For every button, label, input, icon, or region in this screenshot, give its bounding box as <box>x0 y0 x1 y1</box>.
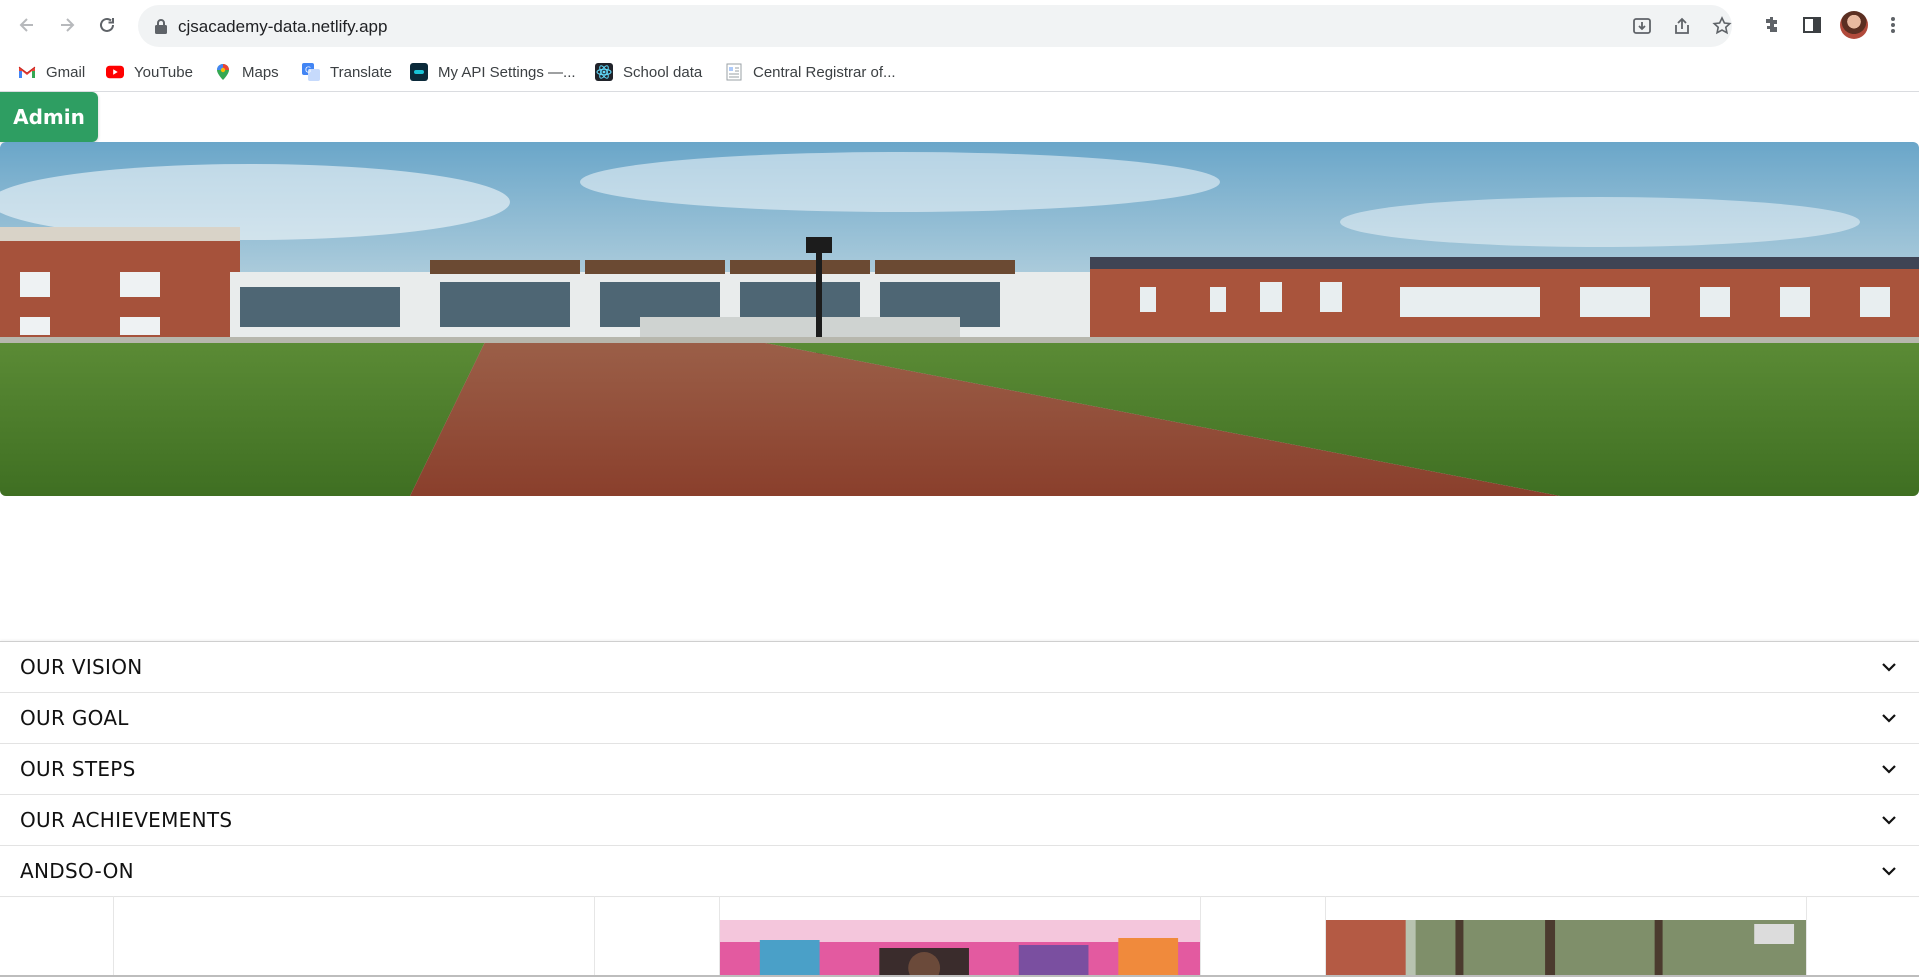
document-icon <box>725 63 743 81</box>
profile-avatar[interactable] <box>1840 11 1868 39</box>
hero-campus-image <box>0 142 1919 496</box>
api-icon <box>410 63 428 81</box>
chevron-down-icon <box>1882 765 1896 774</box>
info-accordion: OUR VISION OUR GOAL OUR STEPS OUR ACHIEV… <box>0 641 1919 897</box>
bookmark-label: My API Settings —... <box>438 63 576 81</box>
bookmark-label: Maps <box>242 63 279 81</box>
maps-icon <box>214 63 232 81</box>
gallery-cards <box>0 896 1919 977</box>
reload-icon[interactable] <box>92 10 122 40</box>
bookmark-gmail[interactable]: Gmail <box>18 61 85 83</box>
gallery-card[interactable] <box>113 896 595 977</box>
chevron-down-icon <box>1882 714 1896 723</box>
bookmark-youtube[interactable]: YouTube <box>106 61 193 83</box>
chevron-down-icon <box>1882 816 1896 825</box>
side-panel-icon[interactable] <box>1799 12 1825 38</box>
gallery-image-classroom <box>720 920 1200 977</box>
youtube-icon <box>106 63 124 81</box>
accordion-item-achievements[interactable]: OUR ACHIEVEMENTS <box>0 795 1919 846</box>
accordion-item-goal[interactable]: OUR GOAL <box>0 693 1919 744</box>
share-icon[interactable] <box>1672 16 1692 36</box>
bookmark-api-settings[interactable]: My API Settings —... <box>410 61 576 83</box>
bookmark-school-data[interactable]: School data <box>595 61 702 83</box>
more-menu-icon[interactable] <box>1880 12 1906 38</box>
accordion-label: OUR VISION <box>20 655 143 679</box>
translate-icon: G <box>302 63 320 81</box>
bookmark-maps[interactable]: Maps <box>214 61 279 83</box>
bookmark-central-registrar[interactable]: Central Registrar of... <box>725 61 896 83</box>
bookmarks-bar: Gmail YouTube Maps G Translate My API Se… <box>0 52 1919 92</box>
accordion-item-andso-on[interactable]: ANDSO-ON <box>0 846 1919 897</box>
chevron-down-icon <box>1882 663 1896 672</box>
accordion-label: ANDSO-ON <box>20 859 134 883</box>
admin-button[interactable]: Admin <box>0 92 98 142</box>
bookmark-label: School data <box>623 63 703 81</box>
bookmark-star-icon[interactable] <box>1712 16 1732 36</box>
bookmark-label: Gmail <box>46 63 86 81</box>
lock-icon <box>154 18 168 39</box>
gallery-card[interactable] <box>719 896 1201 977</box>
browser-toolbar: cjsacademy-data.netlify.app <box>0 0 1919 52</box>
react-icon <box>595 63 613 81</box>
gallery-image-trees <box>1326 920 1806 977</box>
accordion-label: OUR STEPS <box>20 757 136 781</box>
url-text[interactable]: cjsacademy-data.netlify.app <box>178 17 387 37</box>
forward-arrow-icon[interactable] <box>52 10 82 40</box>
svg-text:G: G <box>305 66 311 75</box>
gallery-card[interactable] <box>1325 896 1807 977</box>
bookmark-label: YouTube <box>134 63 193 81</box>
page-content: Admin OUR VISION OUR GOAL OUR STEPS OUR … <box>0 92 1919 977</box>
bookmark-label: Translate <box>330 63 392 81</box>
bookmark-translate[interactable]: G Translate <box>302 61 392 83</box>
accordion-item-vision[interactable]: OUR VISION <box>0 642 1919 693</box>
address-bar[interactable]: cjsacademy-data.netlify.app <box>138 5 1732 47</box>
back-arrow-icon[interactable] <box>12 10 42 40</box>
chevron-down-icon <box>1882 867 1896 876</box>
install-icon[interactable] <box>1632 16 1652 36</box>
bookmark-label: Central Registrar of... <box>753 63 896 81</box>
accordion-item-steps[interactable]: OUR STEPS <box>0 744 1919 795</box>
gmail-icon <box>18 63 36 81</box>
extensions-icon[interactable] <box>1759 12 1785 38</box>
accordion-label: OUR ACHIEVEMENTS <box>20 808 233 832</box>
accordion-label: OUR GOAL <box>20 706 129 730</box>
